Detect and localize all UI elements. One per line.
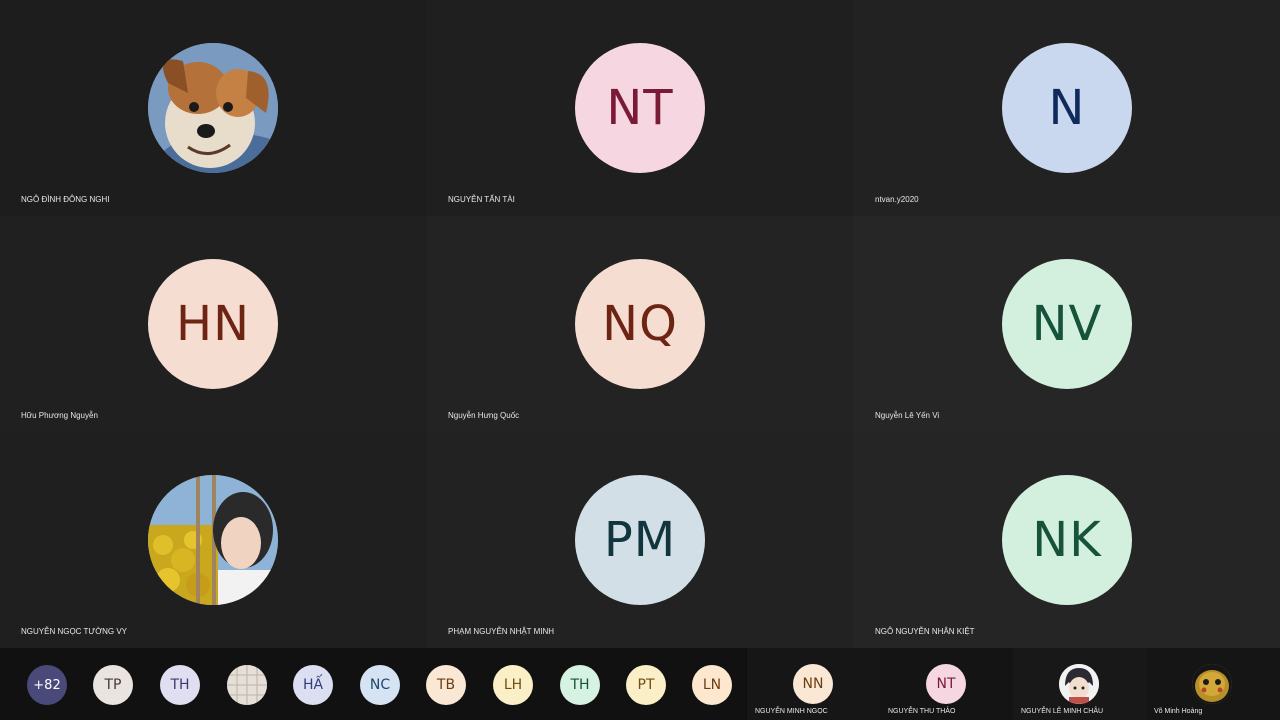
participant-name: NGUYỄN MINH NGỌC [755,708,828,715]
small-participant-tile[interactable]: NGUYỄN LÊ MINH CHÂU [1013,648,1146,720]
dog-photo-icon [148,43,278,173]
participant-tile[interactable]: NGUYỄN NGỌC TƯỜNG VY [0,432,427,648]
anime-avatar-icon [1059,664,1099,704]
participant-chip[interactable]: HẤ [293,665,333,705]
participant-tile[interactable]: NGÔ ĐÌNH ĐÔNG NGHI [0,0,427,216]
small-participant-tile[interactable]: Võ Minh Hoàng [1146,648,1280,720]
participant-avatar: HN [148,259,278,389]
participant-tile[interactable]: NK NGÔ NGUYỄN NHÂN KIỆT [854,432,1280,648]
participant-avatar: NT [926,664,966,704]
participant-chip[interactable]: TB [426,665,466,705]
participant-avatar: N [1002,43,1132,173]
participant-avatar: NK [1002,475,1132,605]
girl-photo-icon [148,475,278,605]
participant-name: NGÔ NGUYỄN NHÂN KIỆT [875,627,975,636]
participant-chip[interactable]: TH [560,665,600,705]
participant-name: Võ Minh Hoàng [1154,708,1203,715]
participant-tile[interactable]: PM PHẠM NGUYỄN NHẬT MINH [427,432,854,648]
video-grid: NGÔ ĐÌNH ĐÔNG NGHI NT NGUYỄN TẤN TÀI N n… [0,0,1280,648]
more-participants-button[interactable]: +82 [27,665,67,705]
participant-name: Nguyễn Lê Yến Vi [875,411,940,420]
small-participant-tile[interactable]: NN NGUYỄN MINH NGỌC [747,648,880,720]
participant-name: NGUYỄN NGỌC TƯỜNG VY [21,627,127,636]
participant-name: Hữu Phương Nguyễn [21,411,98,420]
participant-photo-dog [148,43,278,173]
participant-avatar: NN [793,664,833,704]
participant-name: NGUYỄN TẤN TÀI [448,195,515,204]
participant-chip[interactable]: TH [160,665,200,705]
participant-avatar: PM [575,475,705,605]
participant-name: NGÔ ĐÌNH ĐÔNG NGHI [21,195,110,204]
participant-photo-girl [148,475,278,605]
participant-avatar: NQ [575,259,705,389]
participant-name: NGUYỄN LÊ MINH CHÂU [1021,708,1104,715]
participant-chip-photo[interactable] [227,665,267,705]
participant-chip-row: +82 TP TH HẤ NC TB LH TH PT LN [0,648,746,720]
participant-chip[interactable]: LH [493,665,533,705]
participant-tile[interactable]: N ntvan.y2020 [854,0,1280,216]
participant-name: NGUYỄN THU THẢO [888,708,956,715]
participant-name: PHẠM NGUYỄN NHẬT MINH [448,627,555,636]
participant-avatar: NV [1002,259,1132,389]
participant-chip[interactable]: LN [692,665,732,705]
participant-avatar: NT [575,43,705,173]
participant-photo-pikachu [1192,664,1232,704]
participant-name: Nguyễn Hưng Quốc [448,411,520,420]
participant-strip: +82 TP TH HẤ NC TB LH TH PT LN NN NGUYỄN… [0,648,1280,720]
participant-chip[interactable]: TP [93,665,133,705]
participant-tile[interactable]: NV Nguyễn Lê Yến Vi [854,216,1280,432]
participant-chip[interactable]: PT [626,665,666,705]
participant-name: ntvan.y2020 [875,195,919,204]
pattern-photo-icon [227,665,267,705]
participant-chip[interactable]: NC [360,665,400,705]
pikachu-avatar-icon [1192,664,1232,704]
small-participant-tile[interactable]: NT NGUYỄN THU THẢO [880,648,1013,720]
participant-photo-anime [1059,664,1099,704]
participant-tile[interactable]: HN Hữu Phương Nguyễn [0,216,427,432]
participant-tile[interactable]: NQ Nguyễn Hưng Quốc [427,216,854,432]
participant-tile[interactable]: NT NGUYỄN TẤN TÀI [427,0,854,216]
